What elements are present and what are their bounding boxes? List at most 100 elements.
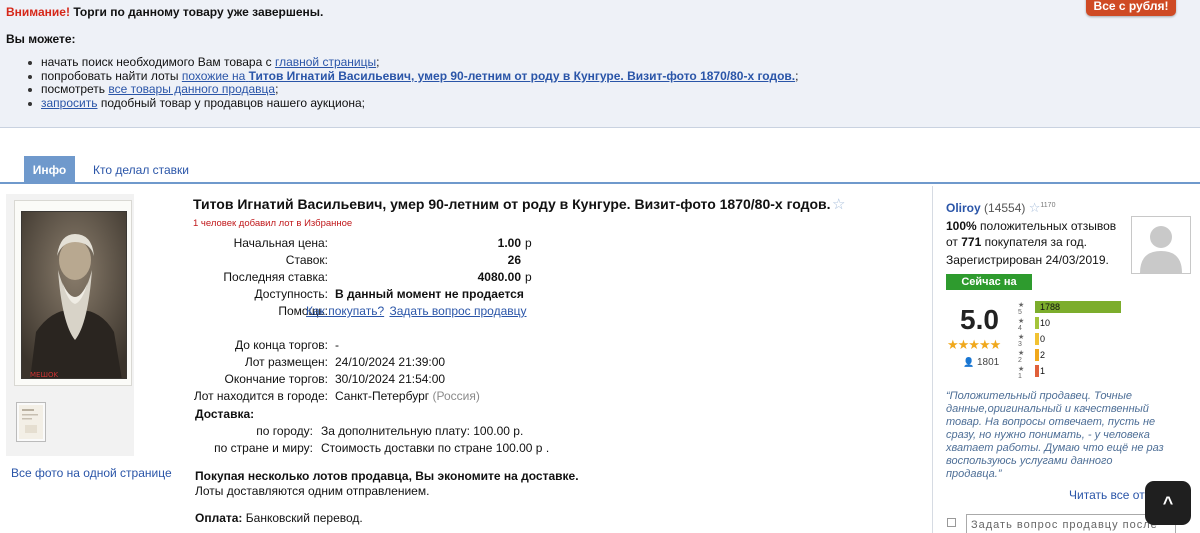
rating-bar-value: 0 [1040,334,1046,344]
online-status-badge: Сейчас на сайте! [946,274,1032,304]
seller-name-link[interactable]: Oliroy [946,201,981,215]
positive-pct: 100% [946,219,977,233]
option-suffix: ; [795,68,799,83]
city-label: Лот находится в городе: [193,389,328,403]
help-links: Как покупать? Задать вопрос продавцу [306,304,527,318]
availability-value: В данный момент не продается [335,287,524,301]
delivery-label: Доставка: [195,407,255,421]
list-item: начать поиск необходимого Вам товара с г… [26,55,798,70]
similar-lots-link-text[interactable]: похожие на [182,69,245,83]
buyers-prefix: от [946,235,962,249]
registered-date: Зарегистрирован 24/03/2019. [946,253,1109,267]
combined-shipping-sub: Лоты доставляются одним отправлением. [195,484,430,498]
delivery-country-label: по стране и миру: [214,441,313,455]
delivery-city-label: по городу: [256,424,313,438]
list-item: попробовать найти лоты похожие на Титов … [26,68,799,84]
rating-stars-icon: ★★★★★ [947,337,1001,352]
option-text: начать поиск необходимого Вам товара с [41,55,275,69]
rating-votes: 👤 1801 [963,357,999,368]
warning-line: Внимание! Торги по данному товару уже за… [6,5,323,19]
payment-label: Оплата: [195,511,243,525]
rating-bar-fill [1035,317,1039,329]
user-avatar-icon [1132,217,1190,273]
favorites-note: 1 человек добавил лот в Избранное [193,218,353,229]
rating-bar-star-label: ★ 3 [1018,334,1025,348]
buyers-line: от 771 покупателя за год. [946,234,1087,250]
warning-label: Внимание! [6,5,70,19]
ends-in-label: До конца торгов: [234,338,328,352]
city-value: Санкт-Петербург (Россия) [335,389,480,403]
start-price-value: 1.00 [497,236,521,250]
rating-bar-fill [1035,349,1039,361]
person-icon: 👤 [963,357,975,367]
combined-shipping-note: Покупая несколько лотов продавца, Вы эко… [195,469,579,483]
placed-value: 24/10/2024 21:39:00 [335,355,446,369]
start-price-label: Начальная цена: [233,236,328,250]
option-suffix: ; [376,55,380,69]
lot-title: Титов Игнатий Васильевич, умер 90-летним… [193,196,831,212]
list-item: посмотреть все товары данного продавца; [26,83,798,97]
option-suffix: подобный товар у продавцов нашего аукцио… [97,96,366,111]
rating-bar-star-label: ★ 2 [1018,350,1025,364]
main-page-link[interactable]: главной страницы [275,55,376,69]
buyers-count: 771 [961,235,982,249]
photo-gallery: MEШOK [6,194,134,456]
rating-bar-star-label: ★ 1 [1018,366,1025,380]
auction-ended-notice: Внимание! Торги по данному товару уже за… [0,0,1200,128]
tab-bidders[interactable]: Кто делал ставки [93,156,189,184]
latest-review: “Положительный продавец. Точные данные,о… [946,390,1164,480]
seller-star-icon: ☆ [1028,200,1041,215]
all-from-rouble-button[interactable]: Все с рубля! [1086,0,1176,16]
seller-star-count: 1170 [1040,202,1056,209]
favorite-star-icon[interactable]: ☆ [832,195,845,213]
rating-score: 5.0 [960,304,999,335]
delivery-country-value: Стоимость доставки по стране 100.00 р . [321,441,550,455]
similar-lots-link[interactable]: похожие на Титов Игнатий Васильевич, уме… [182,69,795,83]
chevron-up-icon: ^ [1162,493,1174,513]
ask-seller-link[interactable]: Задать вопрос продавцу [389,304,526,318]
all-photos-link[interactable]: Все фото на одной странице [11,466,172,480]
rating-bar-value: 1788 [1040,302,1061,312]
rating-bar-fill [1035,333,1039,345]
seller-items-link[interactable]: все товары данного продавца [108,82,275,97]
end-label: Окончание торгов: [224,372,329,386]
seller-header: Oliroy (14554) ☆1170 [946,200,1055,216]
avatar[interactable] [1131,216,1191,274]
votes-count: 1801 [977,357,1000,368]
country-name: (Россия) [432,389,480,403]
option-text: попробовать найти лоты [41,68,182,83]
ask-checkbox[interactable] [947,518,956,527]
currency: р [525,236,532,250]
option-text: посмотреть [41,82,109,97]
currency: р [525,270,532,284]
positive-text: положительных отзывов [976,219,1117,233]
scroll-to-top-button[interactable]: ^ [1145,481,1191,525]
city-name: Санкт-Петербург [335,389,430,403]
rating-bar-value: 10 [1040,318,1051,328]
options-list: начать поиск необходимого Вам товара с г… [26,55,799,111]
delivery-city-value: За дополнительную плату: 100.00 р. [321,424,524,438]
buyers-suffix: покупателя за год. [981,235,1087,249]
last-bid-label: Последняя ставка: [223,270,328,284]
request-link[interactable]: запросить [41,96,97,110]
option-suffix: ; [275,82,279,97]
you-can-heading: Вы можете: [6,32,76,46]
read-all-reviews-link[interactable]: Читать все от [1069,488,1145,502]
warning-text: Торги по данному товару уже завершены. [73,5,324,19]
rating-bar-star-label: ★ 4 [1018,318,1025,332]
bids-label: Ставок: [285,253,328,267]
bids-value: 26 [507,253,521,267]
rating-bar-value: 2 [1040,350,1046,360]
rating-bar-fill [1035,365,1039,377]
placed-label: Лот размещен: [244,355,328,369]
how-to-buy-link[interactable]: Как покупать? [306,304,384,318]
payment-value: Банковский перевод. [245,511,363,525]
last-bid-value: 4080.00 [477,270,521,284]
ends-in-value: - [335,338,339,352]
availability-label: Доступность: [254,287,328,301]
similar-lots-title-link[interactable]: Титов Игнатий Васильевич, умер 90-летним… [249,69,795,83]
end-value: 30/10/2024 21:54:00 [335,372,446,386]
rating-bar-value: 1 [1040,366,1046,376]
tab-info[interactable]: Инфо [24,156,75,184]
rating-bar-star-label: ★ 5 [1018,302,1025,316]
